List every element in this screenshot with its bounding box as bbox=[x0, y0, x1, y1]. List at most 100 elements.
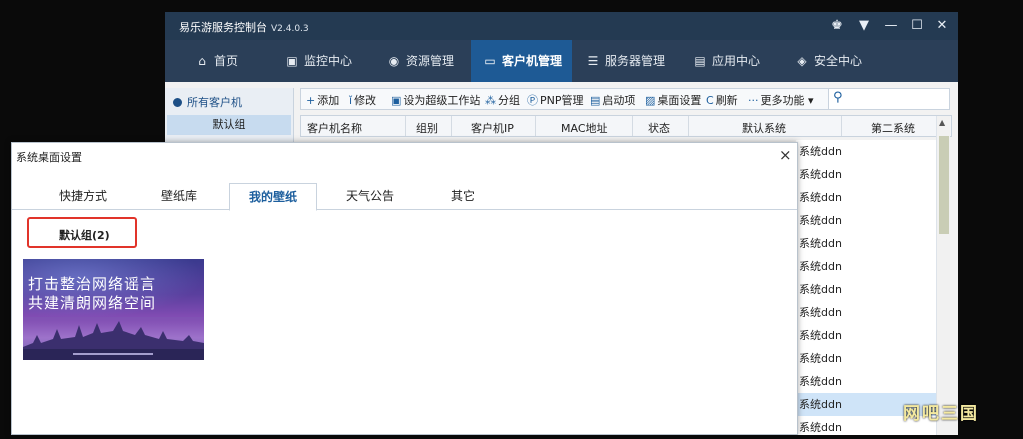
pnp-manage-button[interactable]: Ⓟ PNP管理 bbox=[527, 92, 584, 108]
default-system-cell: 系统ddn bbox=[799, 352, 842, 365]
pnp-manage-label: PNP管理 bbox=[540, 94, 584, 107]
nav-monitor-label: 监控中心 bbox=[304, 54, 353, 68]
search-icon[interactable]: ⚲ bbox=[833, 90, 843, 105]
wallpaper-headline-1: 打击整治网络谣言 bbox=[28, 275, 157, 293]
default-system-cell: 系统ddn bbox=[799, 283, 842, 296]
table-row[interactable]: 系统ddn bbox=[796, 301, 936, 324]
picture-icon: ▨ bbox=[645, 94, 656, 107]
dropdown-menu-icon[interactable]: ▼ bbox=[855, 17, 873, 35]
default-system-cell: 系统ddn bbox=[799, 168, 842, 181]
col-client-name[interactable]: 客户机名称 bbox=[307, 120, 362, 136]
tab-wallpaper-library[interactable]: 壁纸库 bbox=[140, 183, 218, 210]
client-table-header: 客户机名称 组别 客户机IP MAC地址 状态 默认系统 第二系统 bbox=[300, 115, 952, 137]
main-nav: ⌂ 首页 ▣ 监控中心 ◉ 资源管理 ▭ 客户机管理 ☰ 服务器管理 ▤ 应用中心 ◈ 安全中… bbox=[165, 40, 958, 82]
set-super-workstation-button[interactable]: ▣ 设为超级工作站 bbox=[391, 92, 480, 108]
highlighted-group-label[interactable]: 默认组(2) bbox=[27, 217, 137, 248]
pnp-icon: Ⓟ bbox=[527, 94, 538, 107]
col-client-ip[interactable]: 客户机IP bbox=[471, 120, 514, 136]
col-default-system[interactable]: 默认系统 bbox=[742, 120, 786, 136]
default-system-cell: 系统ddn bbox=[799, 329, 842, 342]
col-status[interactable]: 状态 bbox=[648, 120, 670, 136]
desktop-settings-dialog: 系统桌面设置 × 快捷方式 壁纸库 我的壁纸 天气公告 其它 默认组(2) 打击… bbox=[11, 142, 798, 435]
startup-icon: ▤ bbox=[590, 94, 601, 107]
shirt-icon[interactable]: ♚ bbox=[828, 17, 846, 35]
title-bar: 易乐游服务控制台 V2.4.0.3 ♚ ▼ — ☐ ✕ bbox=[165, 12, 958, 40]
nav-apps[interactable]: ▤ 应用中心 bbox=[693, 40, 760, 82]
more-functions-label: 更多功能 bbox=[760, 94, 805, 107]
app-title: 易乐游服务控制台 V2.4.0.3 bbox=[179, 19, 309, 35]
col-group[interactable]: 组别 bbox=[416, 120, 438, 136]
sidebar-item-all-clients[interactable]: 所有客户机 bbox=[173, 94, 242, 110]
tab-my-wallpaper[interactable]: 我的壁纸 bbox=[229, 183, 317, 211]
table-row[interactable]: 系统ddn bbox=[796, 186, 936, 209]
sidebar-item-default-group[interactable]: 默认组 bbox=[167, 115, 291, 135]
dialog-close-icon[interactable]: × bbox=[779, 146, 792, 164]
add-button[interactable]: + 添加 bbox=[306, 92, 339, 108]
table-row[interactable]: 系统ddn bbox=[796, 163, 936, 186]
edit-label: 修改 bbox=[354, 94, 377, 107]
startup-items-label: 启动项 bbox=[602, 94, 636, 107]
column-divider bbox=[405, 116, 406, 136]
monitor-icon: ▣ bbox=[286, 54, 298, 68]
plus-icon: + bbox=[306, 94, 316, 107]
gamepad-icon: ◉ bbox=[388, 54, 400, 68]
client-table-body: 系统ddn 系统ddn 系统ddn 系统ddn 系统ddn 系统ddn 系统ddn 系统ddn… bbox=[796, 140, 936, 435]
city-skyline-image bbox=[23, 317, 204, 360]
col-second-system[interactable]: 第二系统 bbox=[871, 120, 915, 136]
edit-button[interactable]: ǐ 修改 bbox=[349, 92, 376, 108]
tab-other[interactable]: 其它 bbox=[425, 183, 501, 210]
group-count-label: 默认组(2) bbox=[59, 229, 110, 242]
table-row[interactable]: 系统ddn bbox=[796, 370, 936, 393]
desktop-settings-button[interactable]: ▨ 桌面设置 bbox=[645, 92, 701, 108]
more-functions-button[interactable]: ··· 更多功能 ▾ bbox=[748, 92, 814, 108]
radio-dot-icon bbox=[173, 98, 182, 107]
nav-apps-label: 应用中心 bbox=[712, 54, 761, 68]
wallpaper-headline-2: 共建清朗网络空间 bbox=[28, 294, 157, 312]
group-icon: ⁂ bbox=[485, 94, 496, 107]
scrollbar-thumb[interactable] bbox=[939, 136, 949, 234]
table-scrollbar[interactable]: ▲ bbox=[936, 116, 950, 435]
refresh-button[interactable]: C 刷新 bbox=[706, 92, 738, 108]
maximize-icon[interactable]: ☐ bbox=[908, 17, 926, 35]
nav-servers[interactable]: ☰ 服务器管理 bbox=[586, 40, 665, 82]
edit-icon: ǐ bbox=[349, 94, 353, 107]
shield-icon: ◈ bbox=[797, 54, 807, 68]
nav-security[interactable]: ◈ 安全中心 bbox=[795, 40, 862, 82]
nav-monitor[interactable]: ▣ 监控中心 bbox=[285, 40, 352, 82]
col-mac-address[interactable]: MAC地址 bbox=[561, 120, 608, 136]
refresh-label: 刷新 bbox=[715, 94, 738, 107]
column-divider bbox=[535, 116, 536, 136]
scroll-up-icon[interactable]: ▲ bbox=[939, 118, 945, 127]
startup-items-button[interactable]: ▤ 启动项 bbox=[590, 92, 635, 108]
table-row[interactable]: 系统ddn bbox=[796, 209, 936, 232]
table-row[interactable]: 系统ddn bbox=[796, 140, 936, 163]
table-row[interactable]: 系统ddn bbox=[796, 232, 936, 255]
refresh-icon: C bbox=[706, 94, 714, 107]
display-icon: ▭ bbox=[484, 54, 496, 68]
server-icon: ☰ bbox=[587, 54, 599, 68]
nav-resources[interactable]: ◉ 资源管理 bbox=[387, 40, 454, 82]
table-row[interactable]: 系统ddn bbox=[796, 255, 936, 278]
app-version: V2.4.0.3 bbox=[271, 24, 309, 34]
wallpaper-thumbnail[interactable]: 打击整治网络谣言 共建清朗网络空间 bbox=[23, 259, 204, 360]
default-system-cell: 系统ddn bbox=[799, 260, 842, 273]
table-row[interactable]: 系统ddn bbox=[796, 324, 936, 347]
minimize-icon[interactable]: — bbox=[882, 17, 900, 35]
nav-clients[interactable]: ▭ 客户机管理 bbox=[471, 40, 572, 82]
table-row[interactable]: 系统ddn bbox=[796, 347, 936, 370]
nav-home[interactable]: ⌂ 首页 bbox=[195, 40, 238, 82]
tab-shortcuts[interactable]: 快捷方式 bbox=[42, 183, 124, 210]
nav-home-label: 首页 bbox=[214, 54, 239, 68]
default-system-cell: 系统ddn bbox=[799, 145, 842, 158]
app-title-text: 易乐游服务控制台 bbox=[179, 21, 267, 34]
close-icon[interactable]: ✕ bbox=[933, 17, 951, 35]
chevron-down-icon: ▾ bbox=[808, 94, 814, 107]
table-row[interactable]: 系统ddn bbox=[796, 278, 936, 301]
search-input[interactable]: ⚲ bbox=[828, 89, 949, 109]
default-system-cell: 系统ddn bbox=[799, 421, 842, 434]
nav-resources-label: 资源管理 bbox=[406, 54, 455, 68]
briefcase-icon: ▤ bbox=[694, 54, 706, 68]
column-divider bbox=[632, 116, 633, 136]
tab-weather-notice[interactable]: 天气公告 bbox=[330, 183, 410, 210]
group-button[interactable]: ⁂ 分组 bbox=[485, 92, 520, 108]
